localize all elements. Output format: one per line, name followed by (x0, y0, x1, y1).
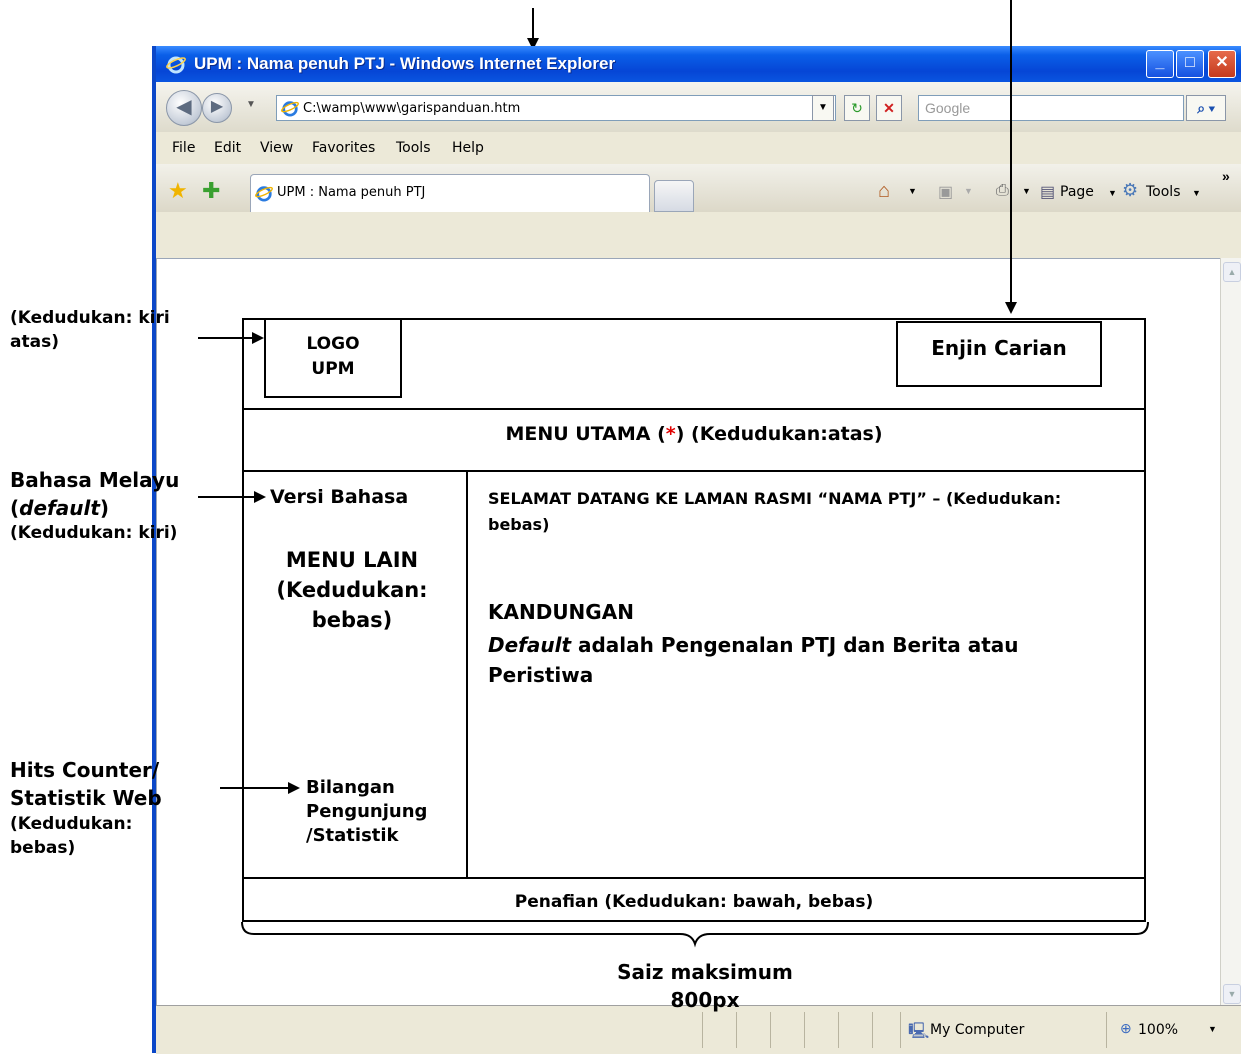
menu-favorites[interactable]: Favorites (312, 140, 375, 156)
address-input[interactable]: C:\wamp\www\garispanduan.htm (276, 95, 836, 121)
home-dropdown-icon[interactable]: ▼ (908, 186, 917, 196)
tab-row: ★ ✚ UPM : Nama penuh PTJ ⌂ ▼ ▣ ▼ ⎙ ▼ ▤ P… (156, 164, 1241, 212)
menu-divider (242, 470, 1146, 472)
width-brace (241, 921, 1149, 948)
feeds-icon[interactable]: ▣ (938, 182, 953, 202)
menu-view[interactable]: View (260, 140, 293, 156)
language-version-text: Versi Bahasa (270, 486, 409, 508)
tools-menu[interactable]: Tools (1146, 184, 1181, 200)
search-pointer-head (1005, 302, 1017, 314)
address-text: C:\wamp\www\garispanduan.htm (303, 101, 521, 116)
scroll-down-button[interactable]: ▼ (1223, 984, 1241, 1004)
main-menu-text: MENU UTAMA (*) (Kedudukan:atas) (505, 423, 883, 445)
logo-arrow-head (252, 332, 264, 344)
tools-dropdown-icon[interactable]: ▼ (1192, 188, 1201, 198)
status-zoom[interactable]: 100% (1138, 1022, 1178, 1038)
max-size-text: Saiz maksimum 800px (560, 958, 850, 1014)
tab-ie-icon (255, 186, 273, 202)
zoom-dropdown-icon[interactable]: ▼ (1208, 1024, 1217, 1034)
logo-text: LOGO UPM (306, 334, 360, 379)
print-dropdown-icon[interactable]: ▼ (1022, 186, 1031, 196)
other-menu-text: MENU LAIN (Kedudukan: bebas) (276, 548, 428, 632)
add-favorites-icon[interactable]: ✚ (202, 178, 220, 204)
max-size-line1: Saiz maksimum (617, 960, 793, 984)
print-icon[interactable]: ⎙ (996, 182, 1009, 200)
language-annotation: Bahasa Melayu (default) (Kedudukan: kiri… (10, 466, 230, 544)
logo-position-annotation: (Kedudukan: kiri atas) (10, 308, 170, 352)
close-button[interactable]: ✕ (1208, 50, 1236, 78)
footer-divider (242, 877, 1146, 879)
stop-button[interactable]: ✕ (876, 95, 902, 121)
hits-arrow-line (220, 787, 288, 789)
tab-active[interactable]: UPM : Nama penuh PTJ (250, 174, 650, 212)
chevron-more-icon[interactable]: » (1222, 168, 1230, 184)
status-zone: My Computer (930, 1022, 1025, 1038)
menu-edit[interactable]: Edit (214, 140, 241, 156)
disclaimer-text: Penafian (Kedudukan: bawah, bebas) (514, 892, 874, 912)
sidebar-divider (466, 470, 468, 878)
zoom-icon: ⊕ (1120, 1020, 1132, 1036)
hits-annotation-line3: (Kedudukan: bebas) (10, 814, 133, 858)
tools-gear-icon: ⚙ (1122, 180, 1139, 200)
tab-title: UPM : Nama penuh PTJ (277, 185, 426, 200)
forward-button[interactable]: ▶ (202, 93, 232, 123)
max-size-line2: 800px (670, 988, 740, 1012)
computer-icon: 🖳 (908, 1023, 930, 1040)
language-annotation-line1: Bahasa Melayu (10, 468, 180, 492)
content-description: Default adalah Pengenalan PTJ dan Berita… (488, 633, 1019, 687)
menu-file[interactable]: File (172, 140, 195, 156)
recent-pages-icon[interactable]: ▼ (246, 99, 256, 110)
language-annotation-default: default (19, 496, 100, 520)
page-icon-toolbar: ▤ (1040, 184, 1056, 201)
required-star: * (665, 423, 676, 445)
hits-arrow-head (288, 782, 300, 794)
page-menu[interactable]: Page (1060, 184, 1094, 200)
minimize-button[interactable]: _ (1146, 50, 1174, 78)
maximize-button[interactable]: □ (1176, 50, 1204, 78)
search-pointer-line (1010, 0, 1012, 302)
welcome-text: SELAMAT DATANG KE LAMAN RASMI “NAMA PTJ”… (488, 489, 1062, 534)
address-row: ◀ ▶ ▼ C:\wamp\www\garispanduan.htm ▼ ↻ ✕… (156, 82, 1241, 132)
language-arrow-line (198, 496, 254, 498)
language-arrow-head (254, 491, 266, 503)
title-bar: UPM : Nama penuh PTJ - Windows Internet … (156, 46, 1241, 82)
content-title: KANDUNGAN (488, 600, 634, 624)
refresh-button[interactable]: ↻ (844, 95, 870, 121)
ie-logo-icon (166, 56, 186, 74)
visitor-counter-text: Bilangan Pengunjung /Statistik (306, 777, 428, 846)
search-placeholder: Google (925, 100, 971, 116)
language-annotation-line3: (Kedudukan: kiri) (10, 523, 178, 543)
menu-tools[interactable]: Tools (396, 140, 431, 156)
search-button[interactable]: ⌕ ▾ (1186, 95, 1226, 121)
title-pointer-line (532, 8, 534, 40)
page-dropdown-icon[interactable]: ▼ (1108, 188, 1117, 198)
vertical-scrollbar[interactable]: ▲ ▼ (1220, 258, 1241, 1005)
menu-help[interactable]: Help (452, 140, 484, 156)
page-icon (281, 101, 299, 117)
back-button[interactable]: ◀ (166, 90, 202, 126)
window-title: UPM : Nama penuh PTJ - Windows Internet … (194, 54, 616, 73)
browser-chrome: ◀ ▶ ▼ C:\wamp\www\garispanduan.htm ▼ ↻ ✕… (156, 82, 1241, 258)
hits-annotation: Hits Counter/ Statistik Web (Kedudukan: … (10, 756, 220, 860)
header-divider (242, 408, 1146, 410)
search-input[interactable]: Google (918, 95, 1184, 121)
logo-arrow-line (198, 337, 252, 339)
favorites-star-icon[interactable]: ★ (168, 178, 188, 204)
scroll-up-button[interactable]: ▲ (1223, 262, 1241, 282)
hits-annotation-line2: Statistik Web (10, 786, 162, 810)
hits-annotation-line1: Hits Counter/ (10, 758, 160, 782)
new-tab-button[interactable] (654, 180, 694, 212)
home-icon[interactable]: ⌂ (878, 180, 890, 203)
address-dropdown-button[interactable]: ▼ (812, 95, 834, 121)
search-engine-text: Enjin Carian (931, 336, 1067, 360)
menu-bar: File Edit View Favorites Tools Help (156, 132, 1241, 164)
feeds-dropdown-icon[interactable]: ▼ (964, 186, 973, 196)
